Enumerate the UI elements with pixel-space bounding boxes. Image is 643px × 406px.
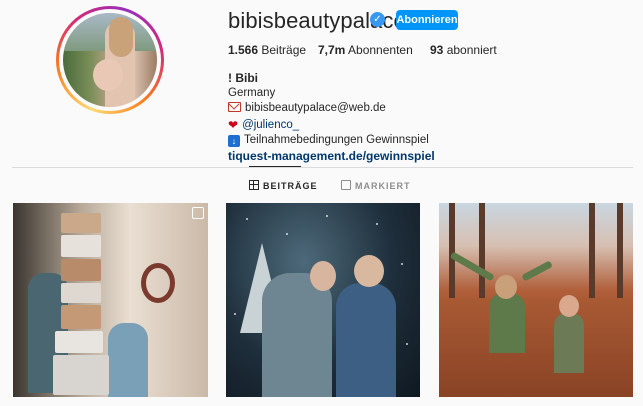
profile-name: ! Bibi	[228, 71, 258, 85]
tagged-user-icon	[341, 180, 351, 190]
post-thumbnail-1[interactable]	[13, 203, 208, 397]
envelope-icon	[228, 102, 241, 112]
tab-posts[interactable]: BEITRÄGE	[249, 180, 318, 191]
posts-label: Beiträge	[261, 43, 307, 57]
bio-website-link[interactable]: tiquest-management.de/gewinnspiel	[228, 149, 435, 163]
gift-box	[61, 283, 101, 303]
snowflake	[326, 215, 328, 217]
bio-email: bibisbeautypalace@web.de	[245, 102, 386, 114]
followers-count: 7,7m	[318, 43, 346, 57]
profile-avatar[interactable]	[63, 13, 157, 107]
tabs-divider	[12, 167, 633, 168]
post-image-figure	[554, 313, 584, 373]
followers-label: Abonnenten	[348, 43, 413, 57]
snowflake	[401, 263, 403, 265]
gift-box	[61, 213, 101, 233]
post-image-face	[354, 255, 384, 287]
post-thumbnail-3[interactable]	[439, 203, 633, 397]
gift-box	[61, 259, 101, 281]
bio-mention-line: ❤ @julienco_	[228, 118, 299, 132]
bio-location: Germany	[228, 87, 276, 99]
bio-email-line: bibisbeautypalace@web.de	[228, 102, 386, 114]
wreath	[141, 263, 175, 303]
post-image-tree	[479, 203, 485, 313]
post-image-figure	[262, 273, 332, 397]
snowflake	[376, 223, 378, 225]
grid-icon	[249, 180, 259, 190]
bio-terms-line: ↓ Teilnahmebedingungen Gewinnspiel	[228, 134, 429, 147]
following-count: 93	[430, 43, 444, 57]
followers-stat[interactable]: 7,7m Abonnenten	[318, 43, 413, 57]
snowflake	[234, 313, 236, 315]
active-tab-indicator	[249, 166, 301, 167]
posts-count: 1.566	[228, 43, 259, 57]
snowflake	[286, 233, 288, 235]
following-stat[interactable]: 93 abonniert	[430, 43, 497, 57]
post-image-tree	[589, 203, 595, 313]
post-image-face	[559, 295, 579, 317]
post-image-figure	[336, 283, 396, 397]
avatar-hair	[109, 17, 133, 57]
avatar-gap	[59, 9, 161, 111]
post-image-arm	[521, 260, 553, 282]
following-label: abonniert	[446, 43, 497, 57]
bio-mention-link[interactable]: @julienco_	[242, 119, 299, 131]
avatar-detail	[93, 59, 123, 91]
gift-box	[61, 235, 101, 257]
gift-box	[61, 305, 101, 329]
down-arrow-icon: ↓	[228, 135, 240, 147]
post-image-figure	[489, 293, 525, 353]
post-image-face	[495, 275, 517, 299]
tab-posts-label: BEITRÄGE	[263, 181, 318, 191]
post-image-face	[310, 261, 336, 291]
post-image-figure	[108, 323, 148, 397]
carousel-icon	[192, 207, 204, 219]
post-image-tree	[617, 203, 623, 313]
snowflake	[406, 343, 408, 345]
bio-terms: Teilnahmebedingungen Gewinnspiel	[244, 134, 429, 146]
follow-button[interactable]: Abonnieren	[396, 10, 458, 30]
snowflake	[246, 218, 248, 220]
post-thumbnail-2[interactable]	[226, 203, 420, 397]
profile-avatar-ring[interactable]	[56, 6, 164, 114]
verified-badge-icon: ✓	[370, 12, 385, 27]
red-heart-icon: ❤	[228, 118, 239, 132]
tab-tagged[interactable]: MARKIERT	[341, 180, 411, 191]
post-image-arm	[449, 251, 495, 282]
post-image-ground	[439, 298, 633, 397]
gift-box	[55, 331, 103, 353]
tab-tagged-label: MARKIERT	[355, 181, 411, 191]
gift-box	[53, 355, 109, 395]
posts-stat: 1.566 Beiträge	[228, 43, 306, 57]
